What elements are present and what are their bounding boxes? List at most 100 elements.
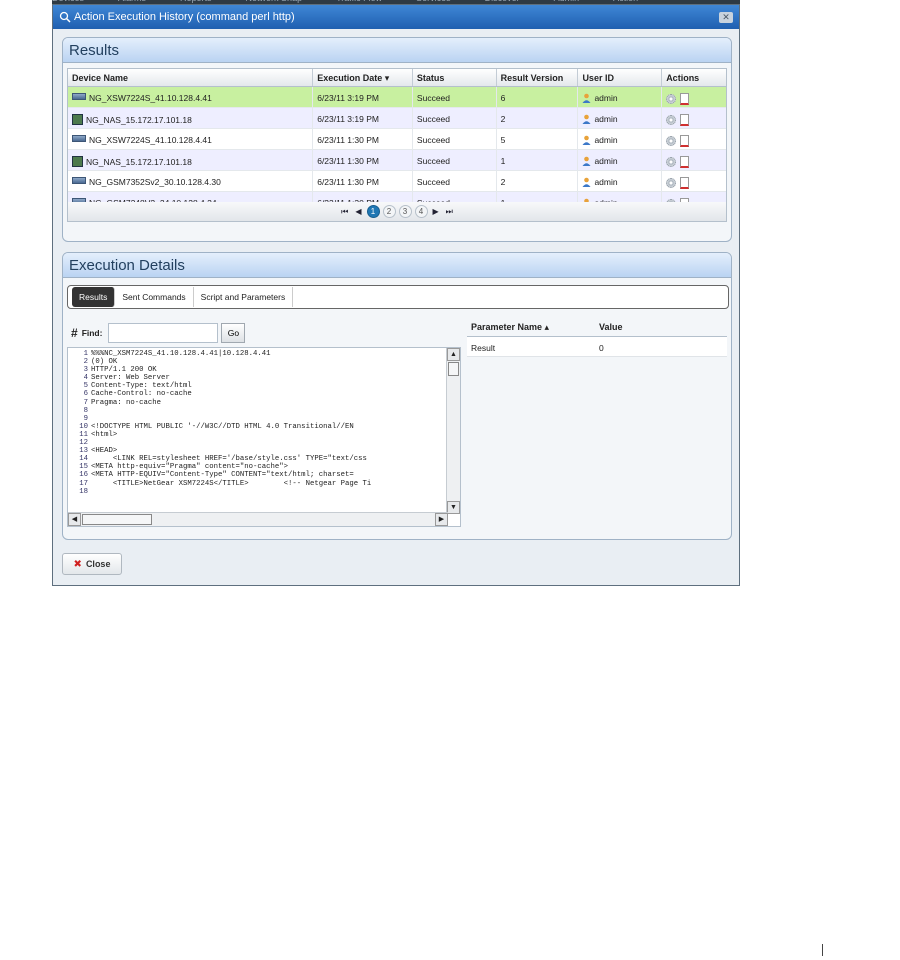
status-cell: Succeed: [413, 129, 497, 149]
user-icon: [582, 135, 591, 145]
scroll-down-icon[interactable]: ▼: [447, 501, 460, 514]
results-panel: Results Device Name Execution Date ▾ Sta…: [62, 37, 732, 242]
execution-details-panel: Execution Details Results Sent Commands Sc…: [62, 252, 732, 540]
vertical-scrollbar[interactable]: ▲ ▼: [446, 348, 460, 514]
col-status[interactable]: Status: [413, 69, 497, 86]
page-button[interactable]: 1: [366, 205, 380, 218]
background-menu-item: Discover: [485, 0, 520, 3]
horizontal-scrollbar[interactable]: ◀ ▶: [68, 512, 448, 526]
result-version-cell: 2: [497, 171, 579, 191]
table-row[interactable]: NG_GSM7352Sv2_30.10.128.4.30 6/23/11 1:30…: [68, 171, 726, 192]
user-id-cell: admin: [578, 108, 663, 128]
action-history-dialog: Action Execution History (command perl h…: [52, 4, 740, 586]
user-id-cell: admin: [578, 150, 663, 170]
line-number: 18: [79, 487, 88, 496]
table-row[interactable]: NG_XSW7224S_41.10.128.4.41 6/23/11 3:19 P…: [68, 87, 726, 108]
code-line: 12: [70, 439, 448, 447]
first-page-icon[interactable]: ⏮: [339, 207, 350, 217]
close-button-label: Close: [85, 559, 111, 569]
col-result-version[interactable]: Result Version: [497, 69, 579, 86]
device-name: NG_GSM7352Sv2_30.10.128.4.30: [89, 177, 221, 187]
switch-device-icon: [72, 177, 86, 184]
line-number: 12: [79, 439, 88, 448]
pdf-report-icon[interactable]: [680, 177, 690, 189]
line-number: 11: [79, 430, 88, 439]
device-name: NG_NAS_15.172.17.101.18: [86, 115, 192, 125]
col-actions[interactable]: Actions: [662, 69, 726, 86]
last-page-icon[interactable]: ⏭: [444, 207, 455, 217]
line-number: 4: [83, 374, 88, 383]
close-window-button[interactable]: ✕: [719, 11, 733, 23]
device-name-cell: NG_XSW7224S_41.10.128.4.41: [68, 129, 314, 149]
page-button[interactable]: 2: [382, 205, 396, 218]
go-button[interactable]: Go: [221, 323, 246, 343]
code-line-text: Content-Type: text/html: [91, 382, 192, 391]
pdf-report-icon[interactable]: [680, 114, 690, 126]
details-tabs: Results Sent Commands Script and Parameter…: [67, 285, 729, 309]
user-id: admin: [594, 177, 618, 187]
table-row[interactable]: NG_NAS_15.172.17.101.18 6/23/11 1:30 PM Su…: [68, 150, 726, 171]
user-id: admin: [594, 114, 618, 124]
code-line-text: <META HTTP-EQUIV="Content-Type" CONTENT=…: [91, 471, 354, 480]
find-input[interactable]: [108, 323, 219, 343]
col-device-name[interactable]: Device Name: [68, 69, 314, 86]
code-line-text: <html>: [91, 430, 118, 439]
gear-icon[interactable]: [666, 115, 677, 125]
user-id-cell: admin: [578, 87, 663, 107]
pagination: ⏮ ◀ 1234 ▶ ⏭: [67, 202, 727, 222]
status-cell: Succeed: [413, 171, 497, 191]
code-line: 13 <HEAD>: [70, 447, 448, 455]
col-execution-date[interactable]: Execution Date ▾: [313, 69, 413, 86]
switch-device-icon: [72, 135, 86, 142]
find-bar: # Find: Go: [67, 321, 459, 345]
result-output-viewer[interactable]: 1 %%%NC_XSM7224S_41.10.128.4.41|10.128.4.…: [67, 347, 461, 527]
next-page-icon[interactable]: ▶: [431, 207, 441, 216]
code-line: 1 %%%NC_XSM7224S_41.10.128.4.41|10.128.4.…: [70, 350, 448, 358]
result-version-cell: 6: [497, 87, 579, 107]
col-user-id[interactable]: User ID: [578, 69, 663, 86]
execution-date-cell: 6/23/11 3:19 PM: [313, 87, 413, 107]
prev-page-icon[interactable]: ◀: [353, 207, 363, 216]
gear-icon[interactable]: [666, 94, 677, 104]
gear-icon[interactable]: [666, 157, 677, 167]
code-line: 11 <html>: [70, 431, 448, 439]
gear-icon[interactable]: [666, 136, 677, 146]
nas-device-icon: [72, 114, 83, 125]
execution-date-cell: 6/23/11 1:30 PM: [313, 171, 413, 191]
pdf-report-icon[interactable]: [680, 93, 690, 105]
close-icon: ✖: [73, 558, 82, 570]
line-number: 17: [79, 479, 88, 488]
col-parameter-name[interactable]: Parameter Name ▴: [467, 317, 595, 336]
line-number: 15: [79, 463, 88, 472]
page-button[interactable]: 3: [398, 205, 412, 218]
tab-sent-commands[interactable]: Sent Commands: [115, 287, 194, 307]
pdf-report-icon[interactable]: [680, 135, 690, 147]
page-button[interactable]: 4: [414, 205, 428, 218]
horizontal-scroll-thumb[interactable]: [82, 514, 152, 525]
user-icon: [582, 93, 591, 103]
pdf-report-icon[interactable]: [680, 156, 690, 168]
line-number: 3: [83, 366, 88, 375]
actions-cell: [662, 150, 726, 170]
close-button[interactable]: ✖ Close: [62, 553, 122, 575]
line-number: 10: [79, 422, 88, 431]
table-row[interactable]: NG_XSW7224S_41.10.128.4.41 6/23/11 1:30 P…: [68, 129, 726, 150]
code-line: 4 Server: Web Server: [70, 374, 448, 382]
tab-script-and-parameters[interactable]: Script and Parameters: [194, 287, 294, 307]
vertical-scroll-thumb[interactable]: [448, 362, 459, 376]
gear-icon[interactable]: [666, 178, 677, 188]
actions-cell: [662, 87, 726, 107]
tab-results[interactable]: Results: [72, 287, 116, 307]
scroll-left-icon[interactable]: ◀: [68, 513, 81, 526]
user-id: admin: [594, 93, 618, 103]
table-row[interactable]: NG_NAS_15.172.17.101.18 6/23/11 3:19 PM Su…: [68, 108, 726, 129]
parameter-row[interactable]: Result 0: [467, 337, 727, 357]
code-line-text: HTTP/1.1 200 OK: [91, 366, 157, 375]
scroll-up-icon[interactable]: ▲: [447, 348, 460, 361]
scroll-right-icon[interactable]: ▶: [435, 513, 448, 526]
line-number: 13: [79, 447, 88, 456]
user-id: admin: [594, 156, 618, 166]
line-number: 7: [83, 398, 88, 407]
line-numbers-toggle-icon[interactable]: #: [71, 326, 78, 340]
col-value[interactable]: Value: [595, 317, 727, 336]
